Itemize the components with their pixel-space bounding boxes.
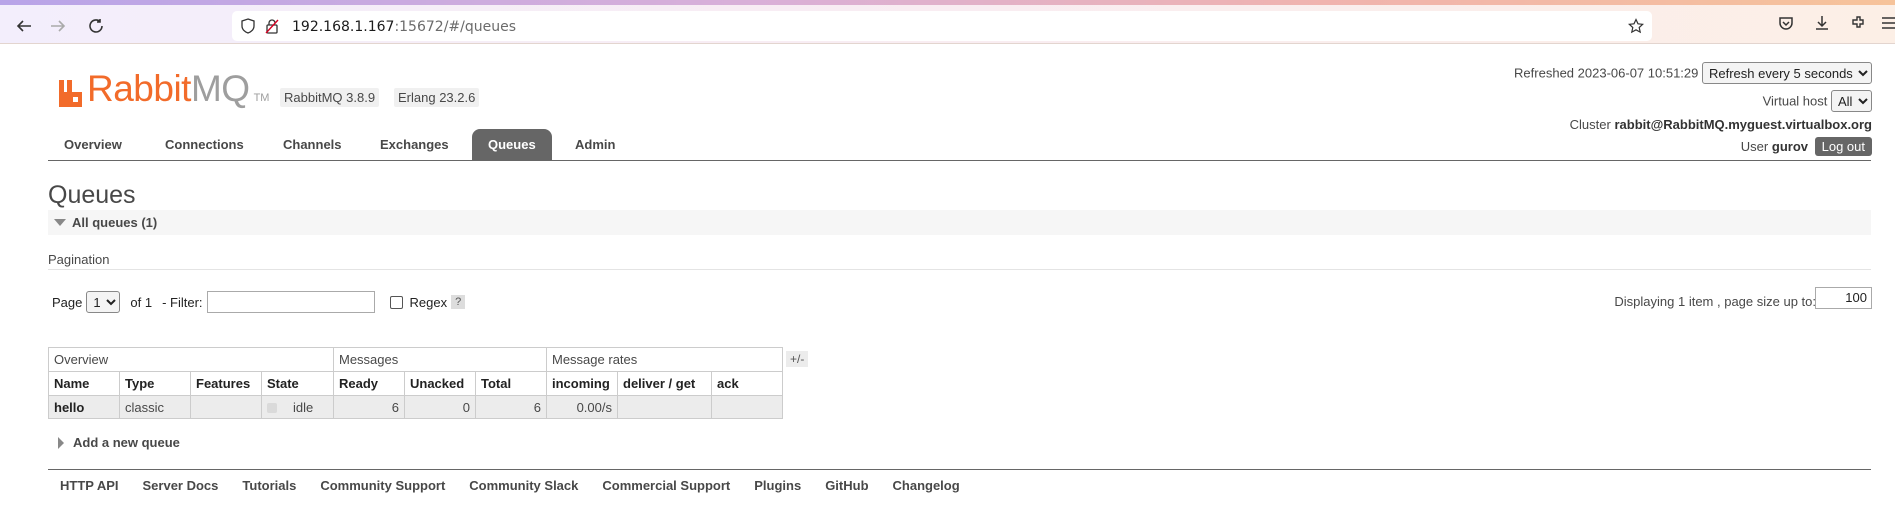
tab-queues[interactable]: Queues [472,129,552,161]
footer-link-github[interactable]: GitHub [813,478,880,493]
table-row[interactable]: hello classic idle 6 0 6 0.00/s [48,395,783,419]
rabbitmq-logo-icon [59,80,82,107]
add-new-queue-toggle[interactable]: Add a new queue [58,435,180,450]
tab-connections[interactable]: Connections [149,129,260,161]
regex-checkbox[interactable] [389,295,403,309]
queue-deliver-get-rate [617,395,712,419]
all-queues-section-toggle[interactable]: All queues (1) [48,210,1871,235]
queue-type: classic [119,395,191,419]
url-text: 192.168.1.167:15672/#/queues [292,19,517,35]
tab-admin[interactable]: Admin [559,129,631,161]
collapse-triangle-icon [54,219,66,226]
tab-channels[interactable]: Channels [267,129,358,161]
rabbitmq-logo[interactable]: RabbitMQ TM [58,68,269,108]
download-icon[interactable] [1813,14,1835,36]
shield-icon[interactable] [240,18,256,34]
queue-unacked: 0 [404,395,476,419]
column-options-button[interactable]: +/- [786,351,809,367]
footer-link-community-support[interactable]: Community Support [308,478,457,493]
browser-toolbar: 192.168.1.167:15672/#/queues [0,5,1895,44]
divider [48,269,1871,270]
footer-link-server-docs[interactable]: Server Docs [131,478,231,493]
queue-features [190,395,262,419]
regex-label: Regex [409,294,448,310]
page-size-input[interactable]: 100 [1815,287,1872,309]
queue-ack-rate [711,395,783,419]
main-tabs: Overview Connections Channels Exchanges … [48,129,1871,161]
expand-triangle-icon [58,437,64,449]
column-group-overview: Overview [48,347,334,372]
pocket-icon[interactable] [1777,14,1799,36]
footer-link-commercial-support[interactable]: Commercial Support [590,478,742,493]
column-header-name[interactable]: Name [48,371,120,396]
logo-trademark: TM [253,92,270,104]
page-title: Queues [48,181,136,209]
queue-total: 6 [475,395,547,419]
address-bar[interactable]: 192.168.1.167:15672/#/queues [232,11,1652,41]
footer-link-plugins[interactable]: Plugins [742,478,813,493]
menu-icon[interactable] [1880,14,1895,36]
footer-links: HTTP API Server Docs Tutorials Community… [48,478,972,493]
footer-divider [48,469,1871,470]
footer-link-community-slack[interactable]: Community Slack [457,478,590,493]
tab-exchanges[interactable]: Exchanges [364,129,465,161]
extensions-icon[interactable] [1849,14,1871,36]
help-button[interactable]: ? [451,295,466,309]
queue-state: idle [261,395,334,419]
refreshed-time: 2023-06-07 10:51:29 [1577,65,1699,81]
queue-name-link[interactable]: hello [48,395,120,419]
insecure-lock-icon[interactable] [264,18,280,34]
forward-icon[interactable] [45,13,71,39]
column-header-type[interactable]: Type [119,371,191,396]
refresh-status: Refreshed 2023-06-07 10:51:29 Refresh ev… [1514,62,1872,84]
state-indicator-icon [267,403,277,414]
footer-link-changelog[interactable]: Changelog [881,478,972,493]
column-header-ready[interactable]: Ready [333,371,405,396]
erlang-version: Erlang 23.2.6 [394,88,480,107]
pagination-label: Pagination [48,252,110,267]
tab-overview[interactable]: Overview [48,129,138,161]
column-header-incoming[interactable]: incoming [546,371,618,396]
column-header-features[interactable]: Features [190,371,262,396]
virtual-host-selector: Virtual host All [1763,90,1872,112]
queue-ready: 6 [333,395,405,419]
rabbitmq-version: RabbitMQ 3.8.9 [280,88,380,107]
reload-icon[interactable] [83,13,109,39]
column-group-messages: Messages [333,347,547,372]
column-group-message-rates: Message rates [546,347,783,372]
column-header-state[interactable]: State [261,371,334,396]
virtual-host-select[interactable]: All [1831,90,1872,112]
pagination-controls: Page 1 of 1 - Filter: Regex ? [52,290,466,314]
footer-link-tutorials[interactable]: Tutorials [230,478,308,493]
column-header-ack[interactable]: ack [711,371,783,396]
back-icon[interactable] [11,13,37,39]
footer-link-http-api[interactable]: HTTP API [48,478,131,493]
column-header-total[interactable]: Total [475,371,547,396]
queue-incoming-rate: 0.00/s [546,395,618,419]
queues-table: Overview Messages Message rates Name Typ… [48,347,783,419]
column-header-deliver-get[interactable]: deliver / get [617,371,712,396]
column-header-unacked[interactable]: Unacked [404,371,476,396]
filter-input[interactable] [206,291,375,313]
logo-wordmark: RabbitMQ [87,68,250,109]
bookmark-star-icon[interactable] [1628,18,1644,34]
section-title: All queues (1) [72,215,158,230]
displaying-count: Displaying 1 item , page size up to: [1614,294,1816,309]
page-select[interactable]: 1 [86,291,121,313]
refresh-interval-select[interactable]: Refresh every 5 seconds [1702,62,1872,84]
